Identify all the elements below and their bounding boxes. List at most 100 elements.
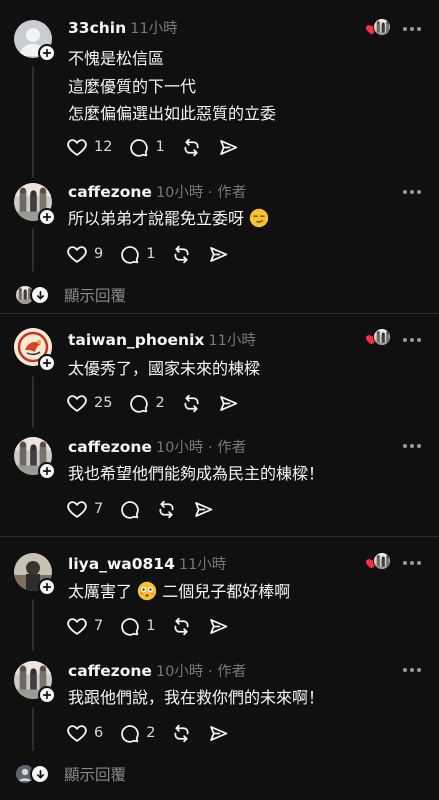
like-count: 12: [94, 139, 113, 155]
reply-count: 1: [155, 139, 165, 155]
comment-icon: [128, 137, 149, 158]
thread-line: [32, 376, 34, 428]
repost-button[interactable]: [181, 136, 202, 158]
comment-text-line: 不愧是松信區: [68, 49, 165, 68]
share-button[interactable]: [208, 243, 229, 265]
share-button[interactable]: [208, 615, 229, 637]
more-options-icon[interactable]: [403, 337, 423, 343]
repost-icon: [181, 393, 202, 414]
comment-username[interactable]: liya_wa0814 11小時: [68, 553, 226, 574]
comment-username[interactable]: taiwan_phoenix 11小時: [68, 329, 256, 350]
action-bar: 9 1: [66, 243, 245, 265]
reply-button[interactable]: [119, 498, 140, 520]
author-badge: 作者: [217, 185, 247, 201]
like-count: 6: [94, 725, 104, 741]
heart-icon: [66, 722, 88, 744]
smirk-emoji-icon: [249, 208, 269, 228]
show-replies-button[interactable]: 顯示回覆: [16, 762, 126, 786]
share-button[interactable]: [193, 498, 214, 520]
comment-icon: [128, 393, 149, 414]
more-options-icon[interactable]: [403, 26, 423, 32]
comment-username[interactable]: 33chin 11小時: [68, 17, 178, 38]
reply-button[interactable]: 2: [119, 722, 155, 744]
comment-time: 10小時: [155, 185, 204, 201]
repost-icon: [171, 244, 192, 265]
follow-plus-icon[interactable]: [38, 686, 56, 704]
like-count: 25: [94, 395, 113, 411]
like-count: 7: [94, 501, 104, 517]
repost-button[interactable]: [171, 615, 192, 637]
more-options-icon[interactable]: [403, 443, 423, 449]
comment-text-line: 這麼優質的下一代: [68, 77, 197, 96]
comment-username[interactable]: caffezone 10小時 · 作者: [68, 436, 246, 457]
flushed-emoji-icon: [137, 581, 157, 601]
heart-icon: [66, 498, 88, 520]
heart-icon: [66, 243, 88, 265]
heart-icon: [66, 136, 88, 158]
comment-time: 11小時: [178, 557, 227, 573]
follow-plus-icon[interactable]: [38, 354, 56, 372]
share-icon: [208, 723, 229, 744]
reply-button[interactable]: 2: [128, 392, 165, 414]
show-replies-label: 顯示回覆: [64, 766, 127, 784]
follow-plus-icon[interactable]: [38, 578, 56, 596]
like-button[interactable]: 6: [66, 722, 103, 744]
reply-button[interactable]: 1: [119, 243, 155, 265]
comment-username[interactable]: caffezone 10小時 · 作者: [68, 660, 246, 681]
comment-time: 11小時: [130, 21, 178, 37]
reply-count: 1: [146, 246, 156, 262]
repost-button[interactable]: [171, 722, 192, 744]
repost-icon: [156, 499, 177, 520]
comment-text: 所以弟弟才說罷免立委呀: [68, 207, 269, 231]
author-badge: 作者: [217, 664, 247, 680]
comment-icon: [119, 244, 140, 265]
reply-button[interactable]: 1: [119, 615, 155, 637]
repost-icon: [181, 137, 202, 158]
follow-plus-icon[interactable]: [38, 44, 56, 62]
repost-button[interactable]: [171, 243, 192, 265]
like-count: 7: [94, 618, 104, 634]
like-button[interactable]: 12: [66, 136, 112, 158]
reply-count: 2: [146, 725, 156, 741]
share-button[interactable]: [208, 722, 229, 744]
like-button[interactable]: 9: [66, 243, 103, 265]
more-options-icon[interactable]: [403, 189, 423, 195]
thread-line: [32, 707, 34, 751]
more-options-icon[interactable]: [403, 560, 423, 566]
author-badge: 作者: [217, 440, 247, 456]
comment-icon: [119, 499, 140, 520]
thread-line: [32, 599, 34, 651]
comment-text: 我也希望他們能夠成為民主的棟樑！: [68, 464, 325, 483]
share-button[interactable]: [218, 392, 239, 414]
like-button[interactable]: 25: [66, 392, 112, 414]
repost-icon: [171, 723, 192, 744]
follow-plus-icon[interactable]: [38, 462, 56, 480]
divider: [0, 313, 439, 314]
share-icon: [208, 244, 229, 265]
repost-button[interactable]: [156, 498, 177, 520]
more-options-icon[interactable]: [403, 667, 423, 673]
comment-username[interactable]: caffezone 10小時 · 作者: [68, 181, 246, 202]
share-icon: [193, 499, 214, 520]
comment-time: 10小時: [155, 664, 204, 680]
comment-text: 我跟他們說，我在救你們的未來啊！: [68, 688, 325, 707]
thread-line: [32, 228, 34, 272]
reply-button[interactable]: 1: [128, 136, 165, 158]
share-button[interactable]: [218, 136, 239, 158]
repost-icon: [171, 616, 192, 637]
show-replies-button[interactable]: 顯示回覆: [16, 283, 126, 307]
like-button[interactable]: 7: [66, 498, 103, 520]
arrow-down-icon: [30, 285, 50, 305]
heart-icon: [66, 615, 88, 637]
divider: [0, 536, 439, 537]
follow-plus-icon[interactable]: [38, 208, 56, 226]
like-button[interactable]: 7: [66, 615, 103, 637]
reply-count: 2: [155, 395, 165, 411]
comment-text: 太優秀了，國家未來的棟樑: [68, 359, 261, 378]
action-bar: 7: [66, 498, 230, 520]
comment-text-line: 怎麼偏偏選出如此惡質的立委: [68, 104, 277, 123]
repost-button[interactable]: [181, 392, 202, 414]
action-bar: 25 2: [66, 392, 255, 414]
share-icon: [218, 393, 239, 414]
share-icon: [208, 616, 229, 637]
